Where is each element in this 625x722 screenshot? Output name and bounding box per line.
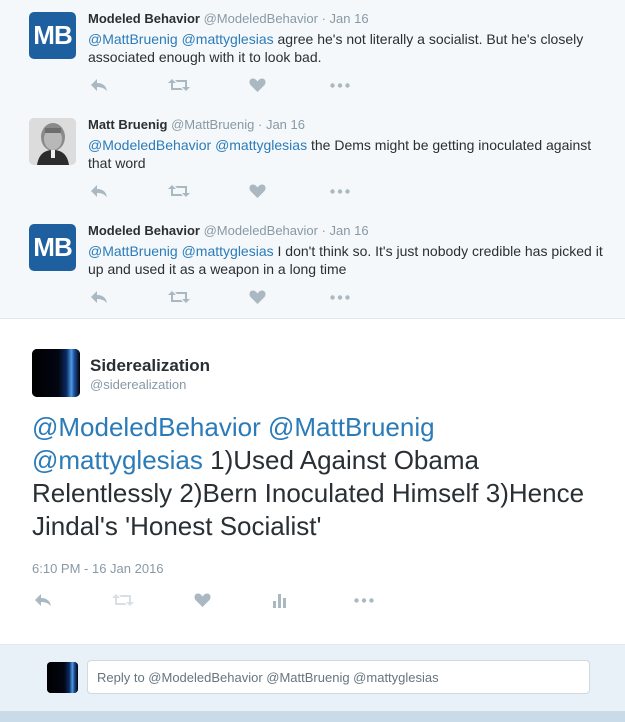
reply-icon[interactable] [90, 289, 108, 305]
author-name[interactable]: Modeled Behavior [88, 11, 200, 26]
space-horizon-image [32, 349, 80, 397]
more-icon[interactable] [330, 295, 350, 300]
mention-link[interactable]: @mattyglesias [182, 243, 274, 259]
like-icon[interactable] [249, 183, 266, 199]
reply-icon[interactable] [34, 592, 52, 608]
tweet-actions [88, 183, 388, 203]
mention-link[interactable]: @MattBruenig [88, 31, 178, 47]
thread-tweet[interactable]: MB Modeled Behavior @ModeledBehavior · J… [0, 212, 625, 319]
tweet-text: @ModeledBehavior @mattyglesias the Dems … [88, 136, 613, 172]
mention-link[interactable]: @ModeledBehavior [32, 412, 261, 442]
author-name[interactable]: Modeled Behavior [88, 223, 200, 238]
mention-link[interactable]: @MattBruenig [268, 412, 435, 442]
reply-composer: Reply to @ModeledBehavior @MattBruenig @… [0, 645, 625, 711]
more-icon[interactable] [354, 598, 374, 603]
author-handle[interactable]: @siderealization [90, 377, 186, 392]
tweet-date[interactable]: · Jan 16 [322, 11, 369, 26]
tweet-header: Modeled Behavior @ModeledBehavior · Jan … [88, 11, 369, 26]
analytics-icon[interactable] [273, 592, 287, 608]
thread-tweet[interactable]: MB Modeled Behavior @ModeledBehavior · J… [0, 0, 625, 107]
tweet-date[interactable]: · Jan 16 [322, 223, 369, 238]
tweet-actions [88, 77, 388, 97]
tweet-text: @ModeledBehavior @MattBruenig @mattygles… [32, 411, 592, 543]
tweet-timestamp[interactable]: 6:10 PM - 16 Jan 2016 [32, 561, 164, 576]
retweet-icon[interactable] [168, 77, 190, 93]
like-icon[interactable] [249, 289, 266, 305]
mention-link[interactable]: @MattBruenig [88, 243, 178, 259]
avatar[interactable]: MB [29, 224, 76, 271]
reply-icon[interactable] [90, 77, 108, 93]
tweet-header: Matt Bruenig @MattBruenig · Jan 16 [88, 117, 305, 132]
thread-tweet[interactable]: Matt Bruenig @MattBruenig · Jan 16 @Mode… [0, 106, 625, 213]
space-horizon-image [47, 662, 78, 693]
avatar[interactable] [32, 349, 80, 397]
avatar-initials: MB [33, 20, 72, 50]
avatar-initials: MB [33, 232, 72, 262]
portrait-image [29, 118, 76, 165]
tweet-text: @MattBruenig @mattyglesias agree he's no… [88, 30, 613, 66]
mention-link[interactable]: @mattyglesias [32, 445, 203, 475]
mention-link[interactable]: @ModeledBehavior [88, 137, 211, 153]
more-icon[interactable] [330, 83, 350, 88]
author-handle[interactable]: @ModeledBehavior [204, 223, 318, 238]
mention-link[interactable]: @mattyglesias [182, 31, 274, 47]
avatar[interactable]: MB [29, 12, 76, 59]
tweet-text: @MattBruenig @mattyglesias I don't think… [88, 242, 613, 278]
author-name[interactable]: Matt Bruenig [88, 117, 167, 132]
like-icon[interactable] [194, 592, 211, 608]
avatar[interactable] [29, 118, 76, 165]
like-icon[interactable] [249, 77, 266, 93]
bottom-border [0, 711, 625, 722]
author-handle[interactable]: @MattBruenig [171, 117, 254, 132]
retweet-icon[interactable] [112, 592, 134, 608]
author-handle[interactable]: @ModeledBehavior [204, 11, 318, 26]
tweet-actions [88, 289, 388, 309]
reply-input[interactable]: Reply to @ModeledBehavior @MattBruenig @… [87, 660, 590, 694]
tweet-actions [32, 592, 432, 612]
tweet-date[interactable]: · Jan 16 [258, 117, 305, 132]
retweet-icon[interactable] [168, 289, 190, 305]
avatar [47, 662, 78, 693]
mention-link[interactable]: @mattyglesias [215, 137, 307, 153]
retweet-icon[interactable] [168, 183, 190, 199]
reply-icon[interactable] [90, 183, 108, 199]
author-name[interactable]: Siderealization [90, 356, 210, 376]
tweet-header: Modeled Behavior @ModeledBehavior · Jan … [88, 223, 369, 238]
more-icon[interactable] [330, 189, 350, 194]
